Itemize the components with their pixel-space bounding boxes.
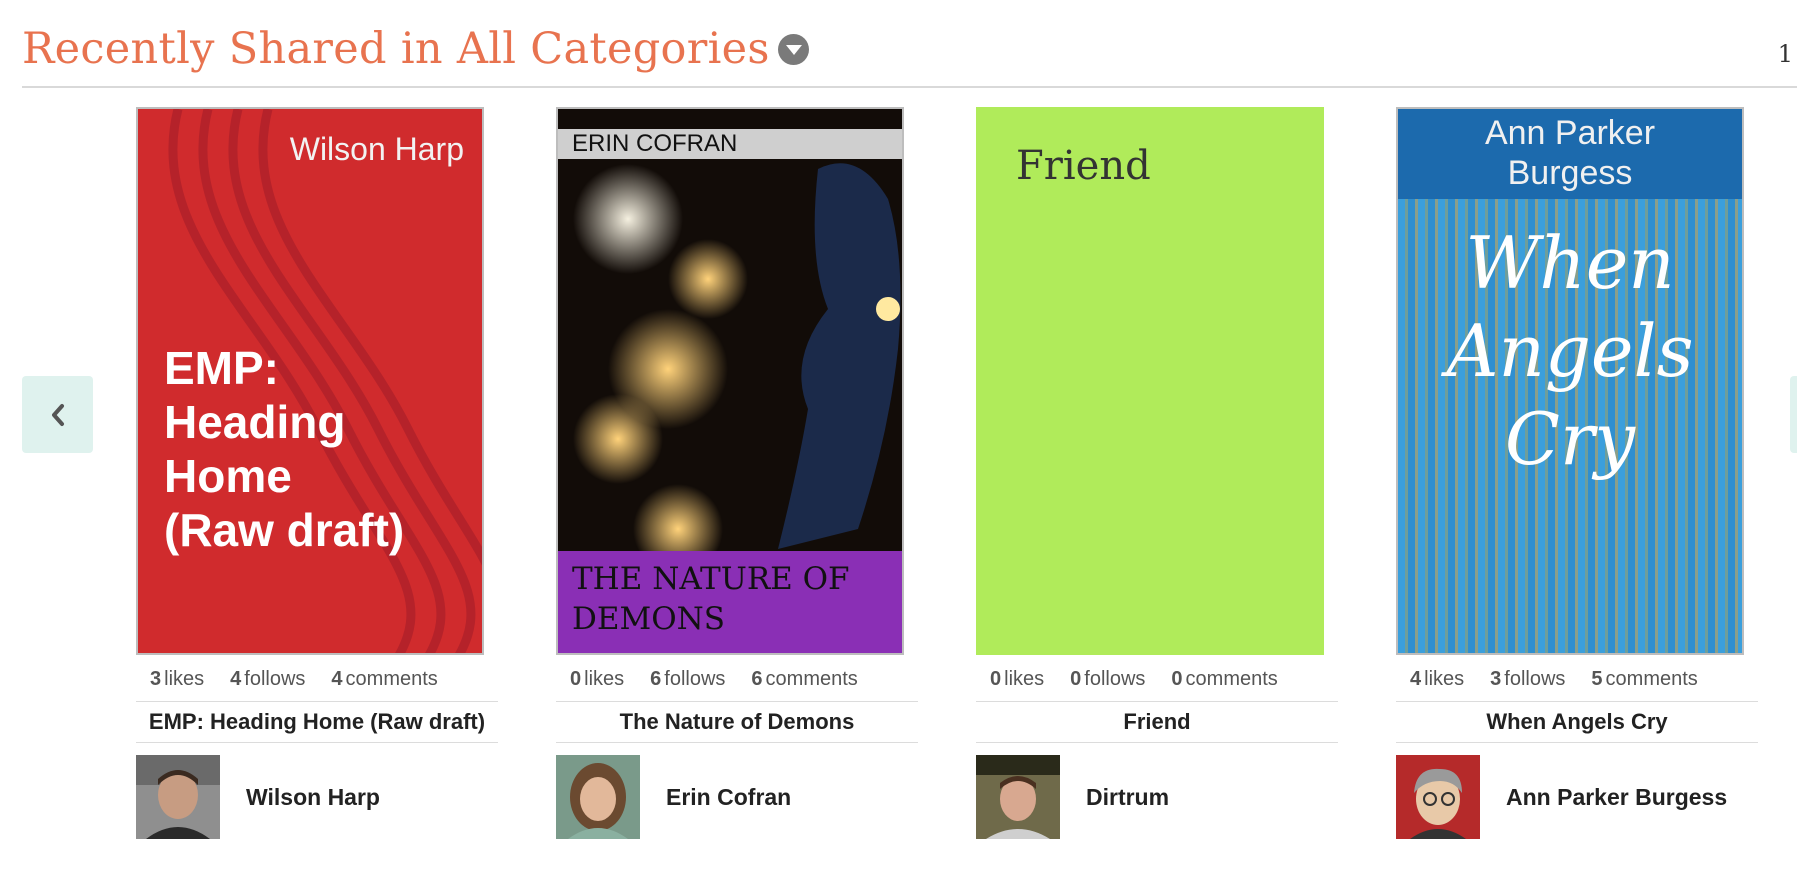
- cover-title: THE NATURE OF DEMONS: [558, 551, 902, 653]
- section-title-text: Recently Shared in All Categories: [22, 24, 770, 74]
- section-header: Recently Shared in All Categories 1: [22, 0, 1797, 88]
- caret-down-icon[interactable]: [777, 33, 809, 65]
- comments-count: 5 comments: [1591, 667, 1698, 690]
- book-card[interactable]: ERIN COFRAN THE NATURE OF DEMONS 0 likes …: [556, 107, 918, 839]
- follows-count: 3 follows: [1490, 667, 1566, 690]
- follows-count: 6 follows: [650, 667, 726, 690]
- book-stats: 0 likes 6 follows 6 comments: [556, 657, 918, 702]
- likes-count: 4 likes: [1410, 667, 1465, 690]
- book-title-link[interactable]: The Nature of Demons: [556, 702, 918, 743]
- book-stats: 0 likes 0 follows 0 comments: [976, 657, 1338, 702]
- cover-title: EMP: Heading Home (Raw draft): [164, 342, 405, 556]
- next-button[interactable]: [1790, 376, 1797, 453]
- book-title-link[interactable]: Friend: [976, 702, 1338, 743]
- author-row[interactable]: Dirtrum: [976, 755, 1338, 839]
- page-indicator: 1: [1777, 40, 1793, 68]
- comments-count: 0 comments: [1171, 667, 1278, 690]
- likes-count: 0 likes: [990, 667, 1045, 690]
- avatar[interactable]: [976, 755, 1060, 839]
- chevron-left-icon: [51, 403, 64, 426]
- follows-count: 0 follows: [1070, 667, 1146, 690]
- author-row[interactable]: Erin Cofran: [556, 755, 918, 839]
- book-stats: 3 likes 4 follows 4 comments: [136, 657, 498, 702]
- cover-title: Friend: [1016, 143, 1151, 189]
- previous-button[interactable]: [22, 376, 93, 453]
- avatar[interactable]: [136, 755, 220, 839]
- book-title-link[interactable]: When Angels Cry: [1396, 702, 1758, 743]
- author-name[interactable]: Dirtrum: [1086, 784, 1169, 811]
- book-card[interactable]: Friend 0 likes 0 follows 0 comments Friend …: [976, 107, 1338, 839]
- comments-count: 6 comments: [751, 667, 858, 690]
- cover-author: Wilson Harp: [289, 131, 464, 167]
- section-title: Recently Shared in All Categories: [22, 24, 809, 74]
- book-card[interactable]: Wilson Harp EMP: Heading Home (Raw draft…: [136, 107, 498, 839]
- cover-author: Ann Parker Burgess: [1398, 109, 1742, 199]
- author-name[interactable]: Erin Cofran: [666, 784, 791, 811]
- cover-title: When Angels Cry: [1446, 221, 1694, 481]
- likes-count: 0 likes: [570, 667, 625, 690]
- follows-count: 4 follows: [230, 667, 306, 690]
- avatar[interactable]: [1396, 755, 1480, 839]
- book-title-link[interactable]: EMP: Heading Home (Raw draft): [136, 702, 498, 743]
- book-stats: 4 likes 3 follows 5 comments: [1396, 657, 1758, 702]
- book-cover[interactable]: ERIN COFRAN THE NATURE OF DEMONS: [556, 107, 904, 655]
- cover-author: ERIN COFRAN: [558, 129, 902, 159]
- likes-count: 3 likes: [150, 667, 205, 690]
- comments-count: 4 comments: [331, 667, 438, 690]
- book-cover[interactable]: Friend: [976, 107, 1324, 655]
- author-name[interactable]: Wilson Harp: [246, 784, 380, 811]
- author-row[interactable]: Wilson Harp: [136, 755, 498, 839]
- avatar[interactable]: [556, 755, 640, 839]
- author-name[interactable]: Ann Parker Burgess: [1506, 784, 1727, 811]
- book-cover[interactable]: Ann Parker Burgess When Angels Cry: [1396, 107, 1744, 655]
- book-card[interactable]: Ann Parker Burgess When Angels Cry 4 like…: [1396, 107, 1758, 839]
- book-cover[interactable]: Wilson Harp EMP: Heading Home (Raw draft…: [136, 107, 484, 655]
- author-row[interactable]: Ann Parker Burgess: [1396, 755, 1758, 839]
